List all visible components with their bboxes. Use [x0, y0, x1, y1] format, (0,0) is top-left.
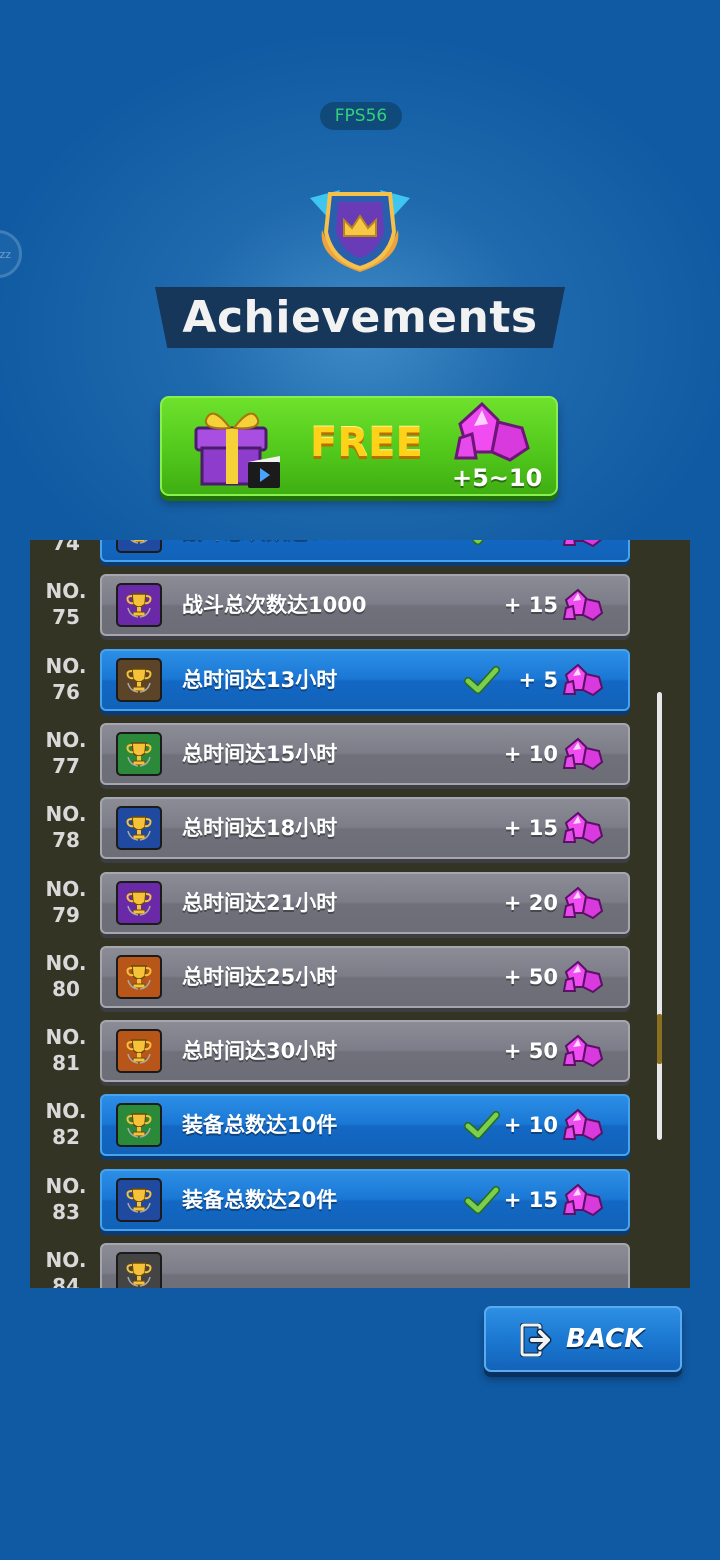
trophy-icon — [116, 954, 162, 999]
achievement-number: NO. 81 — [45, 1025, 87, 1076]
achievement-text: 装备总数达10件 — [182, 1113, 338, 1138]
achievement-number: NO. 75 — [45, 579, 87, 630]
achievement-number: NO. 82 — [45, 1099, 87, 1150]
achievement-card[interactable]: 总时间达18小时 + 15 — [100, 797, 630, 860]
free-label: FREE — [310, 420, 423, 466]
gem-icon — [562, 663, 604, 697]
scrollbar-thumb[interactable] — [657, 1014, 662, 1064]
achievement-text: 战斗总次数达1000 — [182, 593, 367, 618]
reward-amount: + 10 — [503, 741, 558, 766]
achievement-row: NO. 80 总时间达25小时 + 50 — [30, 945, 690, 1012]
trophy-icon — [116, 1252, 162, 1288]
achievement-row: NO.74 战斗总次数达500 + 10 — [30, 540, 690, 566]
back-label: BACK — [566, 1324, 645, 1354]
free-reward-button[interactable]: FREE +5~10 — [160, 396, 558, 496]
gem-icon — [562, 737, 604, 771]
reward-amount: + 10 — [504, 540, 558, 560]
achievement-row: NO. 83 装备总数达20件 + 15 — [30, 1168, 690, 1235]
achievement-number: NO. 78 — [45, 802, 87, 853]
scrollbar-track[interactable] — [657, 692, 662, 1140]
achievement-number: NO. 84 — [45, 1248, 87, 1288]
checkmark-icon — [464, 665, 500, 695]
free-reward-range: +5~10 — [452, 464, 543, 492]
gem-icon — [562, 886, 604, 920]
achievement-card[interactable]: 总时间达30小时 + 50 — [100, 1020, 630, 1083]
achievement-number: NO. 76 — [45, 653, 87, 704]
back-button[interactable]: BACK — [484, 1306, 682, 1372]
trophy-icon — [116, 880, 162, 925]
crown-badge-icon — [310, 190, 410, 272]
achievement-card[interactable]: 战斗总次数达1000 + 15 — [100, 574, 630, 637]
achievement-row: NO. 81 总时间达30小时 + 50 — [30, 1020, 690, 1086]
achievement-text: 总时间达18小时 — [182, 816, 338, 841]
achievement-row: NO. 77 总时间达15小时 + 10 — [30, 722, 690, 789]
reward-amount: + 50 — [503, 1039, 558, 1064]
fps-counter: FPS56 — [320, 102, 402, 130]
checkmark-icon — [464, 540, 500, 546]
achievement-text: 总时间达30小时 — [182, 1039, 338, 1064]
gem-icon — [562, 588, 604, 622]
exit-icon — [520, 1323, 552, 1357]
gift-box-icon — [194, 412, 280, 488]
achievement-text: 战斗总次数达500 — [182, 540, 352, 560]
achievement-card[interactable]: 装备总数达10件 + 10 — [100, 1094, 630, 1157]
achievement-row: NO. 84 — [30, 1243, 690, 1288]
reward-amount: + 50 — [503, 964, 558, 989]
trophy-icon — [116, 540, 162, 553]
achievement-number: NO. 77 — [45, 727, 87, 778]
trophy-icon — [116, 806, 162, 851]
gem-icon — [562, 1108, 604, 1142]
gem-icon — [562, 540, 604, 548]
gem-icon — [562, 1183, 604, 1217]
reward-amount: + 15 — [503, 1187, 558, 1212]
checkmark-icon — [464, 1185, 500, 1215]
reward-amount: + 5 — [518, 667, 558, 692]
page-title: Achievements — [155, 287, 565, 348]
trophy-icon — [116, 1177, 162, 1222]
achievement-card[interactable]: 总时间达25小时 + 50 — [100, 945, 630, 1008]
trophy-icon — [116, 1029, 162, 1074]
reward-amount: + 15 — [503, 816, 558, 841]
achievement-row: NO. 75 战斗总次数达1000 + 15 — [30, 574, 690, 640]
achievement-number: NO.74 — [52, 540, 80, 555]
achievement-text: 装备总数达20件 — [182, 1187, 338, 1212]
achievement-number: NO. 80 — [45, 950, 87, 1001]
achievement-row: NO. 79 总时间达21小时 + 20 — [30, 871, 690, 938]
reward-amount: + 20 — [503, 890, 558, 915]
gem-icon — [562, 1034, 604, 1068]
achievement-row: NO. 76 总时间达13小时 + 5 — [30, 648, 690, 715]
side-floating-handle[interactable]: zz — [0, 230, 22, 278]
achievement-card[interactable]: 总时间达15小时 + 10 — [100, 722, 630, 785]
achievement-number: NO. 79 — [45, 876, 87, 927]
achievement-number: NO. 83 — [45, 1173, 87, 1224]
achievement-text: 总时间达21小时 — [182, 890, 338, 915]
achievement-row: NO. 78 总时间达18小时 + 15 — [30, 797, 690, 863]
reward-amount: + 10 — [503, 1113, 558, 1138]
gem-icon — [562, 811, 604, 845]
achievement-row: NO. 82 装备总数达10件 + 10 — [30, 1094, 690, 1160]
trophy-icon — [116, 583, 162, 628]
achievement-card[interactable]: 装备总数达20件 + 15 — [100, 1168, 630, 1231]
achievement-card[interactable]: 总时间达13小时 + 5 — [100, 648, 630, 711]
achievement-card[interactable] — [100, 1243, 630, 1288]
achievement-card[interactable]: 战斗总次数达500 + 10 — [100, 540, 630, 562]
achievement-text: 总时间达13小时 — [182, 667, 338, 692]
trophy-icon — [116, 1103, 162, 1148]
gem-icon — [454, 402, 530, 462]
achievement-text: 总时间达15小时 — [182, 741, 338, 766]
achievement-card[interactable]: 总时间达21小时 + 20 — [100, 871, 630, 934]
gem-icon — [562, 960, 604, 994]
achievement-text: 总时间达25小时 — [182, 964, 338, 989]
trophy-icon — [116, 731, 162, 776]
checkmark-icon — [464, 1110, 500, 1140]
trophy-icon — [116, 657, 162, 702]
achievement-list-panel[interactable]: NO.74战斗总次数达500+ 10NO.75战斗总次数达1000+ 15NO.… — [30, 540, 690, 1288]
reward-amount: + 15 — [503, 593, 558, 618]
